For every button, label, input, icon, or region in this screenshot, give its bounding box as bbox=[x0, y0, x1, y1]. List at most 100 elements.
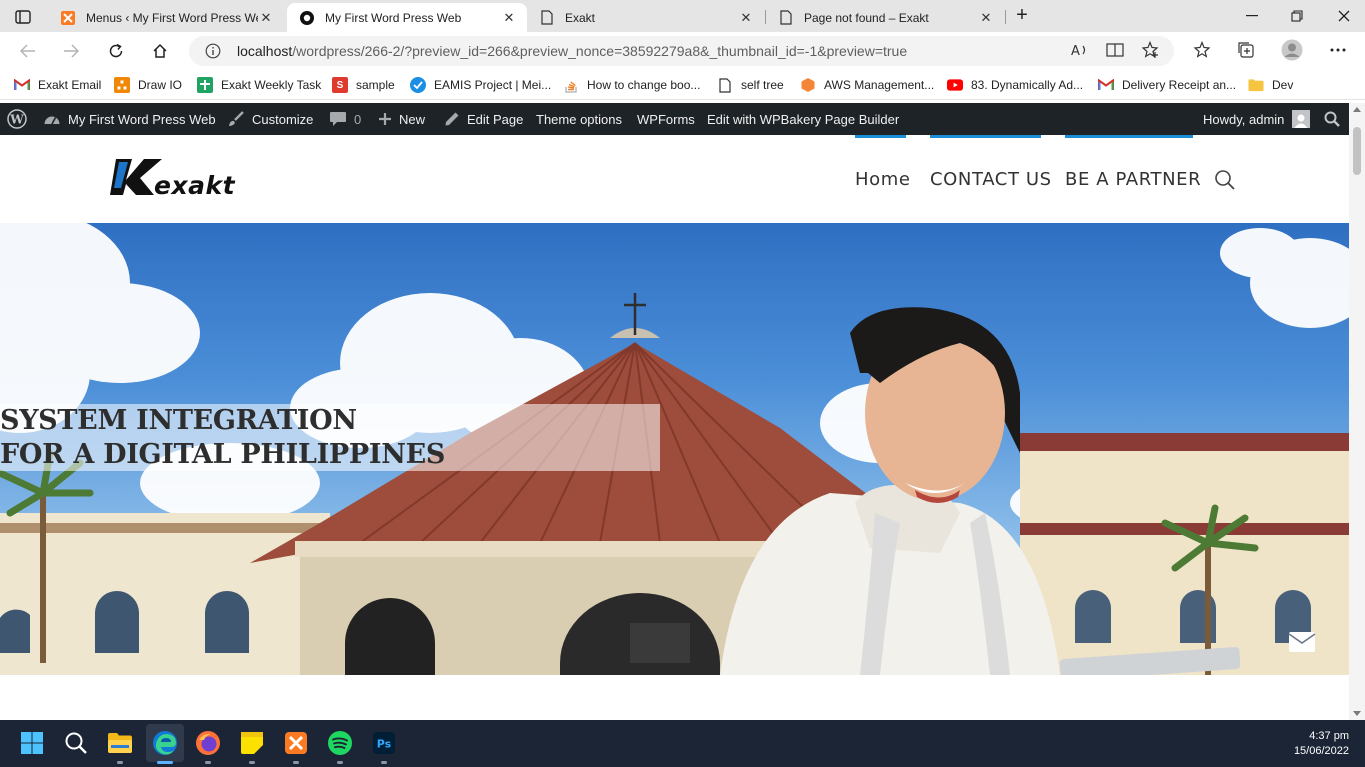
tab-page-not-found[interactable]: Page not found – Exakt ✕ bbox=[766, 3, 1004, 32]
bookmark-exakt-weekly-task[interactable]: Exakt Weekly Task bbox=[197, 76, 321, 94]
envelope-icon[interactable] bbox=[1288, 631, 1320, 655]
bookmark-self-tree[interactable]: self tree bbox=[717, 76, 784, 94]
back-icon[interactable] bbox=[14, 38, 42, 64]
bookmark-label: Delivery Receipt an... bbox=[1122, 78, 1237, 92]
xampp-icon[interactable] bbox=[282, 729, 310, 757]
bookmark-exakt-email[interactable]: Exakt Email bbox=[14, 76, 101, 94]
admin-wpforms[interactable]: WPForms bbox=[637, 103, 695, 135]
howdy-label: Howdy, admin bbox=[1203, 111, 1285, 127]
bookmark-how-to-change[interactable]: How to change boo... bbox=[563, 76, 700, 94]
running-indicator bbox=[381, 761, 387, 764]
admin-customize[interactable]: Customize bbox=[227, 103, 313, 135]
clock-time: 4:37 pm bbox=[1309, 730, 1349, 742]
info-icon[interactable] bbox=[205, 43, 221, 59]
close-icon[interactable]: ✕ bbox=[501, 10, 517, 26]
bookmarks-bar: Exakt Email Draw IO Exakt Weekly Task Ss… bbox=[0, 70, 1365, 100]
restore-icon[interactable] bbox=[1282, 6, 1312, 26]
admin-theme-options[interactable]: Theme options bbox=[536, 103, 622, 135]
photoshop-icon[interactable]: Ps bbox=[370, 729, 398, 757]
bookmark-delivery-receipt[interactable]: Delivery Receipt an... bbox=[1098, 76, 1236, 94]
read-aloud-icon[interactable]: A bbox=[1069, 40, 1091, 60]
admin-account[interactable]: Howdy, admin bbox=[1203, 103, 1311, 135]
edit-page-label: Edit Page bbox=[467, 111, 524, 127]
wordpress-logo-icon[interactable]: W bbox=[7, 103, 27, 135]
sticky-notes-icon[interactable] bbox=[238, 729, 266, 757]
bookmark-dynamically-ad[interactable]: 83. Dynamically Ad... bbox=[947, 76, 1083, 94]
tab-title: Page not found – Exakt bbox=[804, 10, 929, 25]
refresh-icon[interactable] bbox=[102, 38, 130, 64]
comments-count: 0 bbox=[354, 111, 362, 127]
page-icon bbox=[778, 10, 794, 26]
minimize-icon[interactable] bbox=[1237, 6, 1267, 26]
immersive-reader-icon[interactable] bbox=[1104, 40, 1126, 60]
contact-active-indicator bbox=[930, 135, 1041, 138]
admin-edit-page[interactable]: Edit Page bbox=[444, 103, 523, 135]
hero-headline: SYSTEM INTEGRATION FOR A DIGITAL PHILIPP… bbox=[0, 404, 445, 472]
hero-headline-line-2: FOR A DIGITAL PHILIPPINES bbox=[0, 439, 446, 470]
bookmark-label: AWS Management... bbox=[824, 78, 935, 92]
scroll-up-icon[interactable] bbox=[1353, 107, 1361, 112]
tab-exakt[interactable]: Exakt ✕ bbox=[527, 3, 764, 32]
tab-title: Exakt bbox=[565, 10, 596, 25]
windows-taskbar: Ps 4:37 pm 15/06/2022 bbox=[0, 720, 1365, 767]
tab-my-first-word-press-web[interactable]: My First Word Press Web ✕ bbox=[287, 3, 527, 32]
stackoverflow-icon bbox=[563, 77, 579, 93]
profile-avatar[interactable] bbox=[1281, 39, 1303, 61]
search-icon[interactable] bbox=[1214, 169, 1236, 191]
bookmark-sample[interactable]: Ssample bbox=[332, 76, 395, 94]
spotify-icon[interactable] bbox=[326, 729, 354, 757]
home-icon[interactable] bbox=[146, 38, 174, 64]
admin-comments[interactable]: 0 bbox=[329, 103, 361, 135]
bookmark-draw-io[interactable]: Draw IO bbox=[114, 76, 182, 94]
new-label: New bbox=[399, 111, 426, 127]
scroll-down-icon[interactable] bbox=[1353, 711, 1361, 716]
admin-new[interactable]: New bbox=[378, 103, 425, 135]
gmail-icon bbox=[1098, 77, 1114, 93]
page-icon bbox=[539, 10, 555, 26]
bookmark-eamis-project[interactable]: EAMIS Project | Mei... bbox=[410, 76, 551, 94]
bookmark-folder-dev[interactable]: Dev bbox=[1248, 76, 1293, 94]
home-active-indicator bbox=[855, 135, 906, 138]
scrollbar-thumb[interactable] bbox=[1353, 127, 1361, 175]
bookmark-label: 83. Dynamically Ad... bbox=[971, 78, 1084, 92]
close-window-icon[interactable] bbox=[1329, 6, 1359, 26]
nav-be-a-partner[interactable]: BE A PARTNER bbox=[1065, 169, 1201, 190]
start-icon[interactable] bbox=[18, 729, 46, 757]
close-icon[interactable]: ✕ bbox=[978, 10, 994, 26]
nav-home[interactable]: Home bbox=[855, 169, 911, 190]
running-indicator bbox=[117, 761, 123, 764]
add-favorite-icon[interactable] bbox=[1140, 40, 1162, 60]
admin-wpbakery[interactable]: Edit with WPBakery Page Builder bbox=[707, 103, 899, 135]
svg-text:exakt: exakt bbox=[154, 171, 236, 197]
address-bar[interactable]: localhost/wordpress/266-2/?preview_id=26… bbox=[189, 36, 1174, 66]
nav-contact-us[interactable]: CONTACT US bbox=[930, 169, 1052, 190]
close-icon[interactable]: ✕ bbox=[258, 10, 274, 26]
url-host: localhost bbox=[237, 43, 293, 59]
close-icon[interactable]: ✕ bbox=[738, 10, 754, 26]
page-scrollbar[interactable] bbox=[1349, 103, 1365, 720]
collections-icon[interactable] bbox=[1235, 40, 1257, 60]
edge-icon[interactable] bbox=[146, 724, 184, 762]
forward-icon[interactable] bbox=[57, 38, 85, 64]
gmail-icon bbox=[14, 77, 30, 93]
browser-tab-strip: Menus ‹ My First Word Press We ✕ My Firs… bbox=[0, 0, 1365, 32]
new-tab-button[interactable]: + bbox=[1010, 5, 1034, 27]
page-content-area bbox=[0, 675, 1349, 720]
search-icon[interactable] bbox=[62, 729, 90, 757]
tab-actions-icon[interactable] bbox=[10, 6, 36, 28]
site-name-label: My First Word Press Web bbox=[68, 111, 216, 127]
tab-menus[interactable]: Menus ‹ My First Word Press We ✕ bbox=[48, 3, 284, 32]
bookmark-aws-management[interactable]: AWS Management... bbox=[800, 76, 934, 94]
firefox-icon[interactable] bbox=[194, 729, 222, 757]
favorites-icon[interactable] bbox=[1191, 40, 1213, 60]
exakt-logo[interactable]: exakt bbox=[110, 157, 268, 200]
file-explorer-icon[interactable] bbox=[106, 729, 134, 757]
wp-theme-icon bbox=[299, 10, 315, 26]
active-indicator bbox=[157, 761, 173, 764]
admin-search-icon[interactable] bbox=[1324, 103, 1340, 135]
system-clock[interactable]: 4:37 pm 15/06/2022 bbox=[1294, 729, 1349, 759]
bookmark-label: sample bbox=[356, 78, 395, 92]
admin-site-name[interactable]: My First Word Press Web bbox=[43, 103, 216, 135]
more-options-icon[interactable] bbox=[1327, 40, 1349, 60]
tab-title: Menus ‹ My First Word Press We bbox=[86, 10, 258, 25]
